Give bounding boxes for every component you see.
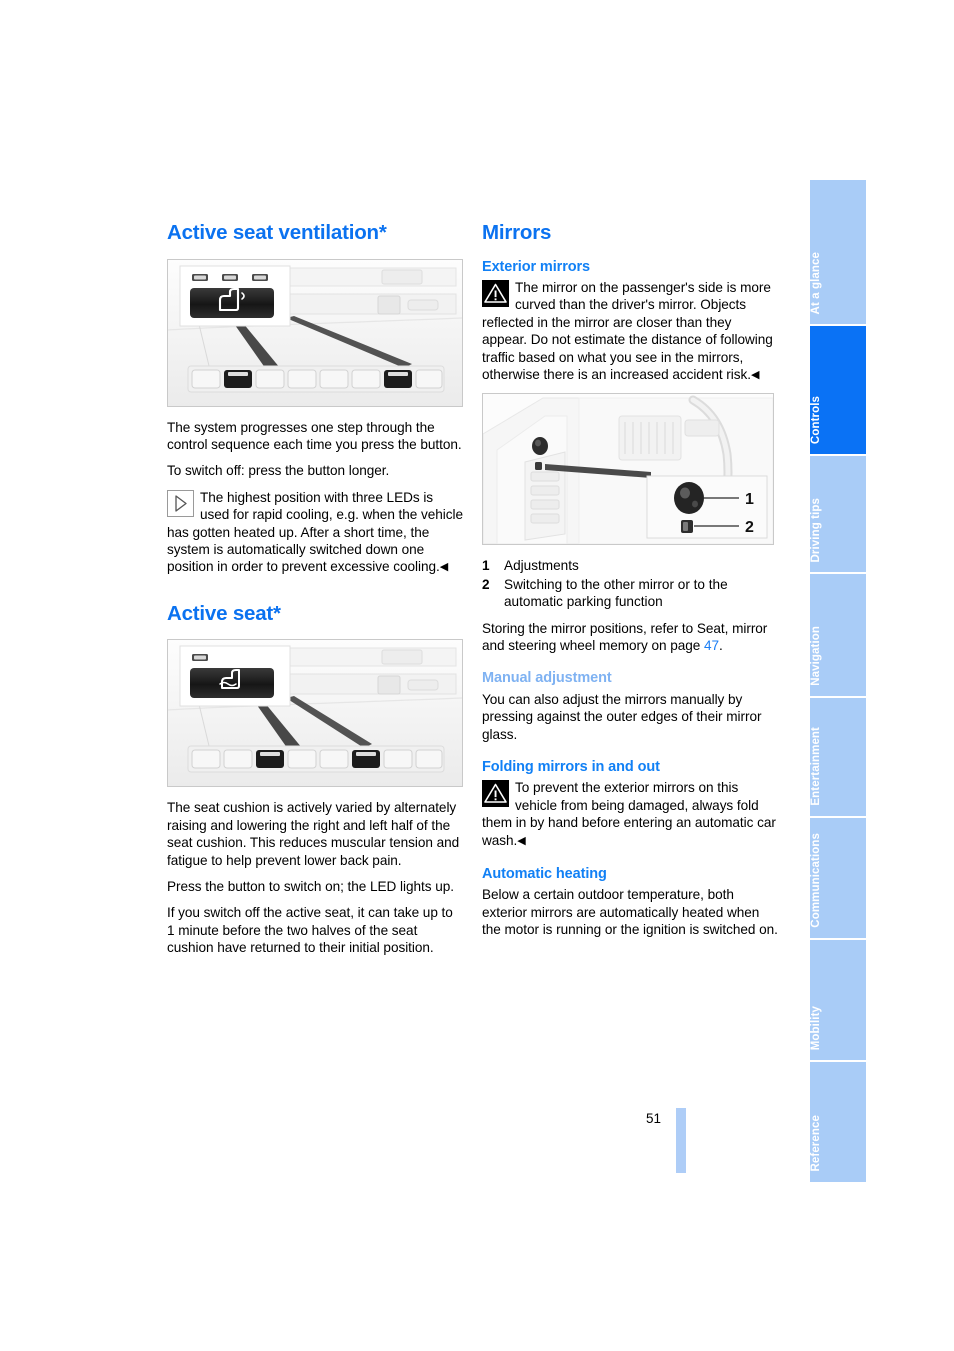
tab-at-a-glance[interactable]: At a glance bbox=[810, 180, 866, 326]
note-text: The highest position with three LEDs is … bbox=[167, 489, 463, 575]
svg-text:1: 1 bbox=[745, 491, 754, 508]
right-column: Mirrors Exterior mirrors The mirror on t… bbox=[482, 221, 778, 939]
paragraph-automatic-heating: Below a certain outdoor temperature, bot… bbox=[482, 887, 778, 938]
tab-label: At a glance bbox=[810, 251, 822, 314]
left-column: Active seat ventilation* The system prog… bbox=[167, 221, 463, 966]
tab-reference[interactable]: Reference bbox=[810, 1062, 866, 1182]
tab-label: Mobility bbox=[810, 1005, 822, 1050]
paragraph-active-seat-1: The seat cushion is actively varied by a… bbox=[167, 800, 460, 868]
tab-driving-tips[interactable]: Driving tips bbox=[810, 456, 866, 574]
paragraph-manual-adjustment: You can also adjust the mirrors manually… bbox=[482, 691, 762, 742]
legend-number: 1 bbox=[482, 558, 490, 574]
tab-label: Reference bbox=[810, 1115, 822, 1172]
tab-communications[interactable]: Communications bbox=[810, 818, 866, 940]
warning-block-folding-mirrors: To prevent the exterior mirrors on this … bbox=[482, 779, 778, 850]
subheading-automatic-heating: Automatic heating bbox=[482, 866, 607, 883]
page-number: 51 bbox=[646, 1111, 662, 1126]
warning-triangle-icon bbox=[482, 780, 509, 808]
tab-label: Navigation bbox=[810, 626, 822, 686]
seat-ventilation-button-figure bbox=[167, 258, 463, 407]
warning-endmark: ◀ bbox=[517, 834, 526, 847]
paragraph-active-seat-2: Press the button to switch on; the LED l… bbox=[167, 878, 454, 894]
tab-controls[interactable]: Controls bbox=[810, 326, 866, 456]
mirror-controls-illustration: 1 2 bbox=[483, 394, 773, 545]
manual-page: Active seat ventilation* The system prog… bbox=[0, 0, 954, 1351]
page-title-active-seat-ventilation: Active seat ventilation* bbox=[167, 221, 387, 244]
note-endmark: ◀ bbox=[439, 561, 449, 574]
legend-label: Switching to the other mirror or to the … bbox=[504, 576, 728, 610]
legend-item: 2 Switching to the other mirror or to th… bbox=[482, 576, 778, 611]
tab-label: Communications bbox=[810, 833, 822, 928]
cross-reference-memory: Storing the mirror positions, refer to S… bbox=[482, 620, 778, 655]
mirror-controls-legend: 1 Adjustments 2 Switching to the other m… bbox=[482, 557, 778, 610]
page-number-bar bbox=[676, 1108, 686, 1173]
page-title-active-seat: Active seat* bbox=[167, 601, 281, 625]
mirror-controls-figure: 1 2 bbox=[482, 393, 774, 546]
section-tabs: At a glance Controls Driving tips Naviga… bbox=[810, 180, 866, 1182]
paragraph-ventilation-2: To switch off: press the button longer. bbox=[167, 463, 390, 479]
active-seat-illustration bbox=[168, 640, 462, 787]
warning-triangle-icon bbox=[482, 279, 509, 307]
paragraph-ventilation-1: The system progresses one step through t… bbox=[167, 419, 462, 452]
page-title-mirrors: Mirrors bbox=[482, 221, 552, 244]
warning-text: To prevent the exterior mirrors on this … bbox=[482, 780, 776, 848]
page-reference-link[interactable]: 47 bbox=[704, 638, 719, 653]
note-triangle-icon bbox=[167, 489, 194, 517]
cross-reference-text: Storing the mirror positions, refer to S… bbox=[482, 620, 768, 653]
tab-entertainment[interactable]: Entertainment bbox=[810, 698, 866, 818]
subheading-folding-mirrors: Folding mirrors in and out bbox=[482, 759, 660, 776]
tab-label: Controls bbox=[810, 395, 822, 444]
tab-label: Driving tips bbox=[810, 497, 822, 562]
paragraph-active-seat-3: If you switch off the active seat, it ca… bbox=[167, 905, 453, 956]
subheading-exterior-mirrors: Exterior mirrors bbox=[482, 258, 590, 275]
legend-item: 1 Adjustments bbox=[482, 557, 778, 574]
active-seat-button-figure bbox=[167, 639, 463, 788]
svg-text:2: 2 bbox=[745, 519, 754, 536]
legend-label: Adjustments bbox=[504, 558, 579, 574]
warning-endmark: ◀ bbox=[750, 368, 760, 381]
tab-label: Entertainment bbox=[810, 727, 822, 806]
tab-navigation[interactable]: Navigation bbox=[810, 574, 866, 698]
seat-ventilation-illustration bbox=[168, 259, 462, 406]
cross-reference-period: . bbox=[719, 638, 723, 653]
subheading-manual-adjustment: Manual adjustment bbox=[482, 670, 612, 687]
note-block-rapid-cooling: The highest position with three LEDs is … bbox=[167, 489, 463, 577]
warning-text: The mirror on the passenger's side is mo… bbox=[482, 279, 773, 382]
tab-mobility[interactable]: Mobility bbox=[810, 940, 866, 1062]
warning-block-exterior-mirrors: The mirror on the passenger's side is mo… bbox=[482, 279, 778, 384]
legend-number: 2 bbox=[482, 576, 490, 592]
